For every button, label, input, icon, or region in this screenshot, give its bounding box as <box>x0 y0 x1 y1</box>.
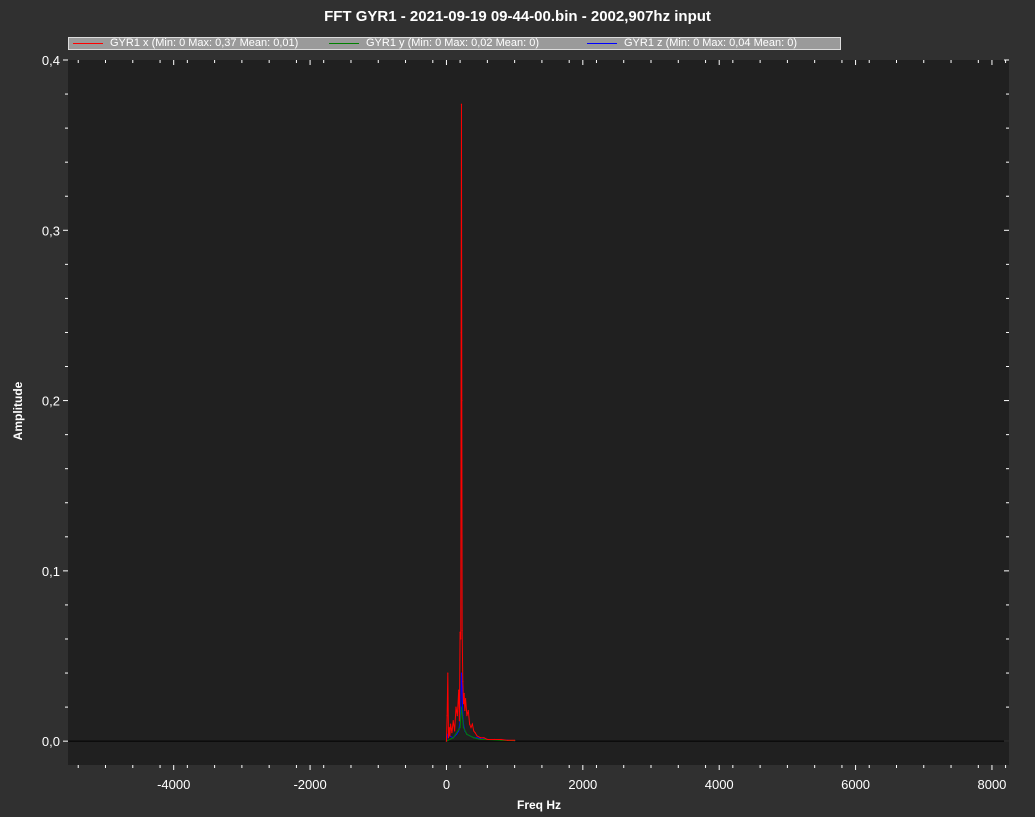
series-1-point <box>452 737 454 739</box>
series-0-point <box>461 629 463 632</box>
x-tick-label: 2000 <box>568 777 597 792</box>
series-0-point <box>476 735 478 737</box>
series-0-point <box>451 732 453 734</box>
series-0-point <box>454 730 456 732</box>
series-0-point <box>479 737 482 739</box>
series-0-point <box>462 703 465 705</box>
x-tick-label: 4000 <box>705 777 734 792</box>
series-0-point <box>483 737 485 739</box>
plot-svg: -4000 -2000 0 2000 4000 6000 8000 0,0 0,1 0,2 0,3… <box>42 53 1009 792</box>
y-tick-label: 0,2 <box>42 394 60 409</box>
series-1-point <box>479 738 482 741</box>
x-tick-label: 0 <box>443 777 450 792</box>
series-0-point <box>459 631 461 633</box>
series-0-point <box>471 723 473 725</box>
x-tick-label: 6000 <box>841 777 870 792</box>
series-2-point <box>461 689 463 691</box>
series-0-point <box>446 715 448 717</box>
series-0-point <box>473 730 475 732</box>
series-0-point <box>500 738 502 741</box>
series-1-point <box>462 726 465 729</box>
x-tick-label: -4000 <box>157 777 190 792</box>
series-0-point <box>470 726 472 729</box>
series-0-point <box>461 399 463 402</box>
series-0-point <box>445 740 448 742</box>
series-0-point <box>455 706 457 708</box>
series-0-point <box>456 715 458 717</box>
series-0-point <box>452 720 454 722</box>
y-tick-label: 0,3 <box>42 223 60 238</box>
x-axis-label: Freq Hz <box>516 798 561 812</box>
series-0-point <box>469 723 471 725</box>
series-0-point <box>464 709 466 712</box>
series-0-point <box>463 692 465 695</box>
series-0-point <box>447 672 449 674</box>
series-2-point <box>460 672 463 674</box>
series-0-point <box>493 738 495 741</box>
y-tick-label: 0,0 <box>42 734 60 749</box>
series-0-point <box>449 735 451 737</box>
series-0-point <box>447 737 450 739</box>
series-1-point <box>459 726 461 729</box>
series-0-point <box>486 738 488 741</box>
series-0-point <box>460 638 462 640</box>
y-tick-label: 0,1 <box>42 564 60 579</box>
series-1-point <box>460 706 463 708</box>
x-tick-label: -2000 <box>293 777 326 792</box>
series-0-point <box>467 709 469 712</box>
series-1-point <box>466 733 468 735</box>
series-0-point <box>474 732 476 734</box>
series-0-point <box>464 697 467 700</box>
plot-area <box>68 60 1009 765</box>
series-0-point <box>448 726 450 729</box>
y-axis-label: Amplitude <box>11 381 25 441</box>
series-0-point <box>514 739 516 741</box>
y-tick-label: 0,4 <box>42 53 60 68</box>
series-0-point <box>449 723 452 725</box>
x-tick-label: 8000 <box>977 777 1006 792</box>
series-0-point <box>466 715 468 717</box>
chart-window: FFT GYR1 - 2021-09-19 09-44-00.bin - 200… <box>0 0 1035 817</box>
series-0-point <box>460 103 463 105</box>
series-0-point <box>462 680 464 683</box>
series-0-point <box>507 739 509 741</box>
series-0-point <box>458 689 460 691</box>
series-0-point <box>458 720 460 722</box>
series-1-point <box>473 737 475 739</box>
series-0-point <box>460 331 462 334</box>
